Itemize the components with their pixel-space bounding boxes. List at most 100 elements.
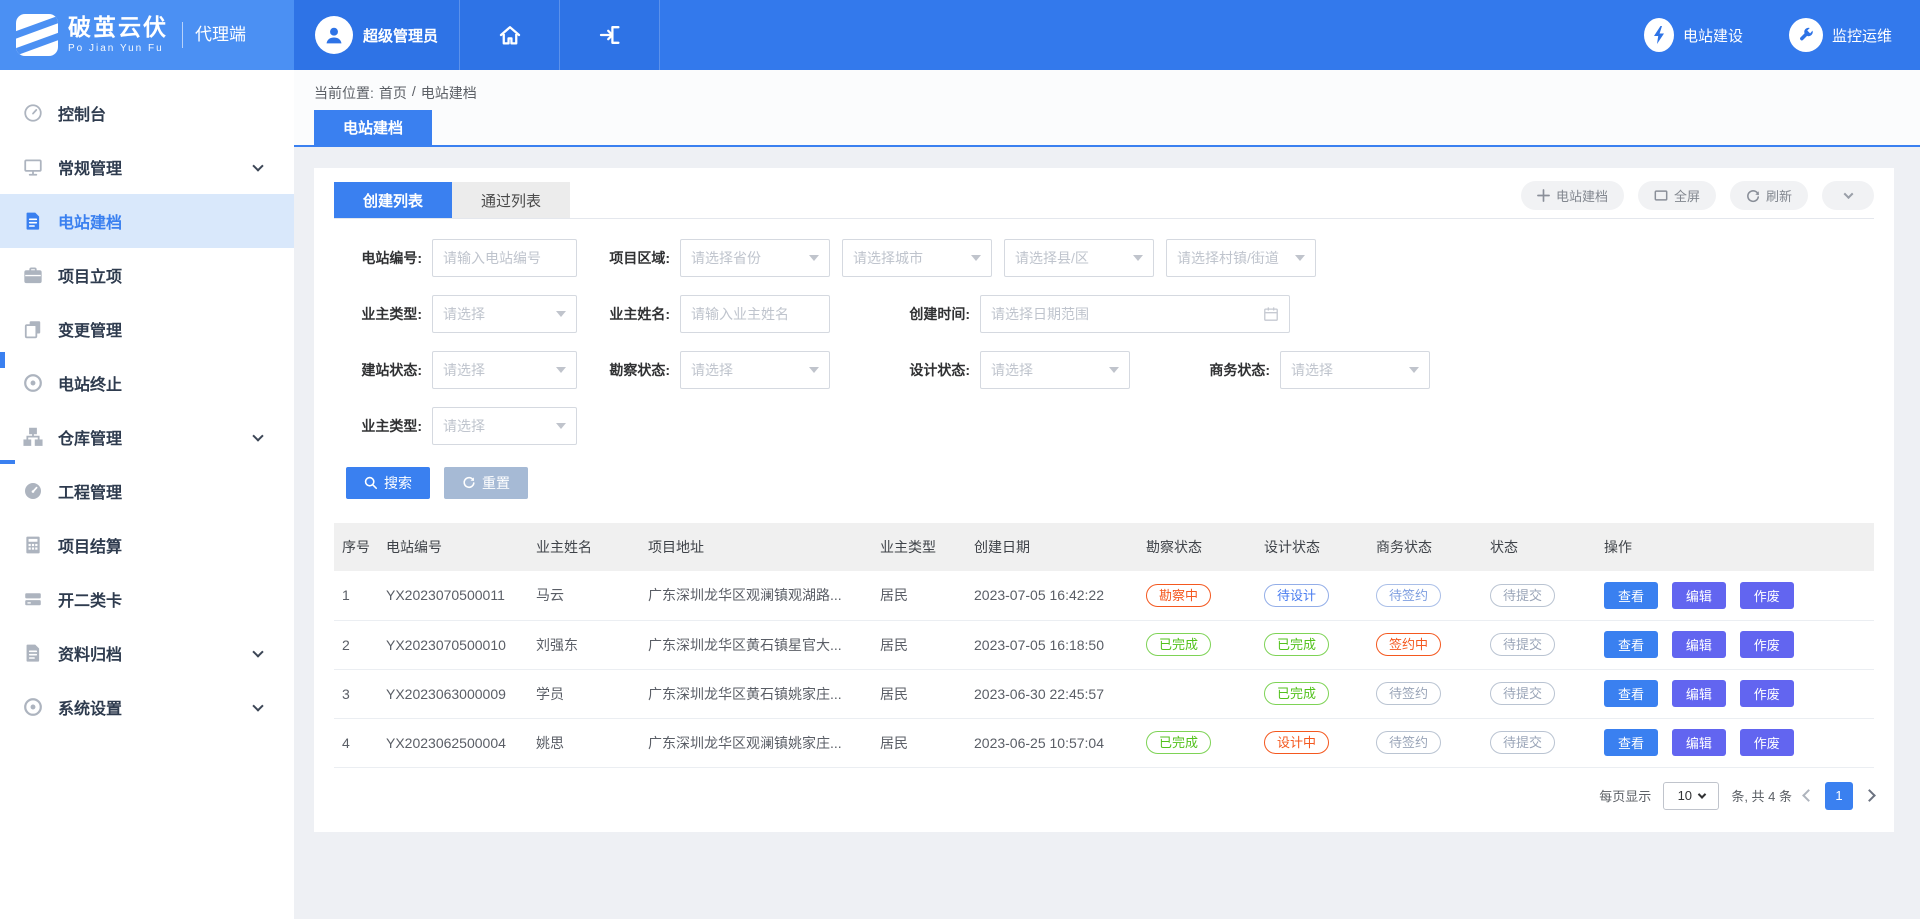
home-icon — [498, 23, 522, 47]
edit-button[interactable]: 编辑 — [1672, 729, 1726, 756]
sidebar-item-general-mgmt[interactable]: 常规管理 — [0, 140, 294, 194]
build-status-select[interactable]: 请选择 — [432, 351, 577, 389]
view-button[interactable]: 查看 — [1604, 582, 1658, 609]
status-badge: 待提交 — [1490, 584, 1555, 607]
sidebar-item-system-settings[interactable]: 系统设置 — [0, 680, 294, 734]
caret-down-icon — [1409, 367, 1419, 373]
survey-status-select[interactable]: 请选择 — [680, 351, 830, 389]
sidebar-item-change-mgmt[interactable]: 变更管理 — [0, 302, 294, 356]
fullscreen-button[interactable]: 全屏 — [1638, 181, 1716, 210]
station-no-input[interactable] — [443, 250, 566, 266]
plus-icon — [1537, 189, 1550, 202]
chevron-down-icon — [1843, 189, 1853, 199]
status-badge: 待签约 — [1376, 584, 1441, 607]
status-badge: 待签约 — [1376, 731, 1441, 754]
nav-monitor-ops[interactable]: 监控运维 — [1789, 18, 1892, 52]
logo-title: 破茧云伏 — [68, 16, 168, 39]
status-badge: 待提交 — [1490, 633, 1555, 656]
reset-button[interactable]: 重置 — [444, 467, 528, 499]
caret-down-icon — [556, 311, 566, 317]
void-button[interactable]: 作废 — [1740, 680, 1794, 707]
edit-button[interactable]: 编辑 — [1672, 631, 1726, 658]
archive-icon — [22, 642, 44, 664]
fullscreen-icon — [1654, 189, 1668, 202]
town-select[interactable]: 请选择村镇/街道 — [1166, 239, 1316, 277]
owner-name-input[interactable] — [691, 306, 819, 322]
breadcrumb-strip: 当前位置: 首页 / 电站建档 电站建档 — [294, 70, 1920, 147]
status-badge: 签约中 — [1376, 633, 1441, 656]
view-button[interactable]: 查看 — [1604, 680, 1658, 707]
void-button[interactable]: 作废 — [1740, 582, 1794, 609]
table-row: 2 YX2023070500010 刘强东 广东深圳龙华区黄石镇星官大... 居… — [334, 620, 1874, 669]
home-button[interactable] — [460, 0, 560, 70]
sidebar-item-engineering-mgmt[interactable]: 工程管理 — [0, 464, 294, 518]
logo: 破茧云伏 Po Jian Yun Fu 代理端 — [0, 0, 294, 70]
owner-name-input-wrap — [680, 295, 830, 333]
breadcrumb-current: 电站建档 — [421, 83, 477, 103]
status-badge: 待签约 — [1376, 682, 1441, 705]
sidebar-item-warehouse-mgmt[interactable]: 仓库管理 — [0, 410, 294, 464]
page-number[interactable]: 1 — [1825, 782, 1853, 810]
void-button[interactable]: 作废 — [1740, 729, 1794, 756]
per-page-select[interactable]: 10 — [1663, 782, 1719, 810]
page-tab-station-archive[interactable]: 电站建档 — [314, 110, 432, 145]
next-page-button[interactable] — [1863, 789, 1876, 802]
settings-icon — [22, 696, 44, 718]
caret-down-icon — [556, 423, 566, 429]
lightning-icon — [1644, 18, 1674, 52]
status-badge: 已完成 — [1264, 633, 1329, 656]
create-station-button[interactable]: 电站建档 — [1521, 181, 1624, 210]
sidebar-item-type2-card[interactable]: 开二类卡 — [0, 572, 294, 626]
owner-type2-label: 业主类型: — [334, 416, 432, 436]
owner-type-select[interactable]: 请选择 — [432, 295, 577, 333]
sidebar: 控制台 常规管理 电站建档 项目立项 变更管理 电站终止 仓库管理 工程管理 项… — [0, 70, 294, 919]
calendar-icon — [1263, 306, 1279, 322]
main-content: 当前位置: 首页 / 电站建档 电站建档 创建列表 通过列表 电站建档 全屏 — [294, 70, 1920, 919]
edit-button[interactable]: 编辑 — [1672, 582, 1726, 609]
design-status-select[interactable]: 请选择 — [980, 351, 1130, 389]
project-region-label: 项目区域: — [582, 248, 680, 268]
total-label: 条, 共 4 条 — [1731, 786, 1792, 805]
business-status-label: 商务状态: — [1182, 360, 1280, 380]
void-button[interactable]: 作废 — [1740, 631, 1794, 658]
tab-create-list[interactable]: 创建列表 — [334, 182, 452, 218]
current-user[interactable]: 超级管理员 — [294, 0, 460, 70]
table-row: 3 YX2023063000009 学员 广东深圳龙华区黄石镇姚家庄... 居民… — [334, 669, 1874, 718]
logout-button[interactable] — [560, 0, 660, 70]
tabs-row: 创建列表 通过列表 电站建档 全屏 刷新 — [334, 182, 1874, 219]
view-button[interactable]: 查看 — [1604, 631, 1658, 658]
survey-status-label: 勘察状态: — [582, 360, 680, 380]
sidebar-item-console[interactable]: 控制台 — [0, 86, 294, 140]
tab-passed-list[interactable]: 通过列表 — [452, 182, 570, 218]
province-select[interactable]: 请选择省份 — [680, 239, 830, 277]
refresh-icon — [1746, 189, 1760, 203]
sidebar-item-station-archive[interactable]: 电站建档 — [0, 194, 294, 248]
business-status-select[interactable]: 请选择 — [1280, 351, 1430, 389]
sidebar-item-project-settlement[interactable]: 项目结算 — [0, 518, 294, 572]
county-select[interactable]: 请选择县/区 — [1004, 239, 1154, 277]
edit-button[interactable]: 编辑 — [1672, 680, 1726, 707]
sidebar-item-data-archive[interactable]: 资料归档 — [0, 626, 294, 680]
status-badge: 待提交 — [1490, 682, 1555, 705]
nav-station-build[interactable]: 电站建设 — [1644, 18, 1743, 52]
sidebar-item-station-terminate[interactable]: 电站终止 — [0, 356, 294, 410]
breadcrumb-home[interactable]: 首页 — [379, 83, 407, 103]
collapse-toolbar-button[interactable] — [1822, 181, 1874, 210]
nav-station-build-label: 电站建设 — [1683, 25, 1743, 46]
sidebar-item-project-initiation[interactable]: 项目立项 — [0, 248, 294, 302]
prev-page-button[interactable] — [1802, 789, 1815, 802]
owner-type2-select[interactable]: 请选择 — [432, 407, 577, 445]
view-button[interactable]: 查看 — [1604, 729, 1658, 756]
refresh-button[interactable]: 刷新 — [1730, 181, 1808, 210]
search-button[interactable]: 搜索 — [346, 467, 430, 499]
document-icon — [22, 210, 44, 232]
city-select[interactable]: 请选择城市 — [842, 239, 992, 277]
date-range-input[interactable]: 请选择日期范围 — [980, 295, 1290, 333]
wrench-icon — [1789, 18, 1823, 52]
caret-down-icon — [971, 255, 981, 261]
monitor-icon — [22, 156, 44, 178]
status-badge: 已完成 — [1264, 682, 1329, 705]
chevron-down-icon — [252, 700, 263, 711]
caret-down-icon — [556, 367, 566, 373]
copy-icon — [22, 318, 44, 340]
